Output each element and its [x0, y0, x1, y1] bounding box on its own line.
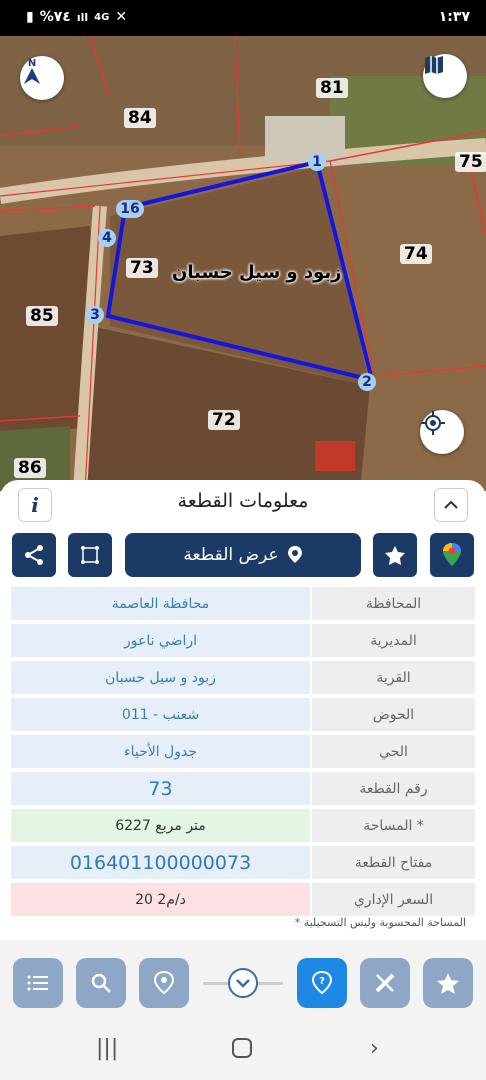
expand-toggle[interactable]: [228, 968, 258, 998]
plot-number: 75: [455, 152, 486, 172]
search-icon: [91, 973, 111, 993]
table-row: 016401100000073 مفتاح القطعة: [11, 846, 475, 879]
row-label: المحافظة: [312, 587, 475, 620]
parcel-vertex: 2: [358, 373, 376, 391]
battery-icon: ▮: [26, 9, 34, 25]
row-label: المديرية: [312, 624, 475, 657]
plot-number: 84: [124, 108, 156, 128]
clock: ١:٣٧: [438, 9, 470, 25]
favorites-button[interactable]: [423, 958, 473, 1008]
row-value: شعنب - 011: [11, 698, 310, 731]
row-label: السعر الإداري: [312, 883, 475, 916]
my-location-button[interactable]: [420, 410, 464, 454]
bottom-toolbar: ?: [0, 940, 486, 1020]
status-bar: ▮ %٧٤ ıll 4G ✕ ١:٣٧: [0, 0, 486, 36]
parcel-vertex: 16: [116, 200, 144, 218]
row-value: 20 د/م2: [11, 883, 310, 916]
plot-number: 74: [400, 244, 432, 264]
row-label: القرية: [312, 661, 475, 694]
compass-arrow-icon: N: [24, 58, 40, 84]
row-value: 016401100000073: [11, 846, 310, 879]
chevron-down-icon: [236, 978, 250, 988]
network-type: 4G: [94, 11, 110, 23]
plot-number: 85: [26, 306, 58, 326]
collapse-button[interactable]: [434, 488, 468, 522]
help-pin-icon: ?: [311, 971, 333, 995]
row-label: مفتاح القطعة: [312, 846, 475, 879]
back-button-icon[interactable]: ›: [370, 1036, 379, 1061]
parcel-vertex: 3: [86, 306, 104, 324]
table-row: 6227 متر مربع المساحة *: [11, 809, 475, 842]
plot-info-panel: i معلومات القطعة عرض القطعة محافظة العاص…: [0, 480, 486, 940]
table-row: زبود و سيل حسبان القرية: [11, 661, 475, 694]
show-plot-label: عرض القطعة: [183, 545, 279, 565]
location-search-button[interactable]: [139, 958, 189, 1008]
star-icon: [385, 546, 405, 565]
table-row: 73 رقم القطعة: [11, 772, 475, 805]
map-layers-button[interactable]: [423, 54, 467, 98]
plot-number: 81: [316, 78, 348, 98]
row-label: رقم القطعة: [312, 772, 475, 805]
polygon-icon: [81, 546, 99, 564]
row-label: المساحة *: [312, 809, 475, 842]
plot-number: 72: [208, 410, 240, 430]
plot-number: 86: [14, 458, 46, 478]
row-value: 73: [11, 772, 310, 805]
map-icon: [425, 56, 443, 74]
share-button[interactable]: [12, 533, 56, 577]
google-maps-button[interactable]: [430, 533, 474, 577]
chevron-up-icon: [444, 500, 458, 509]
show-plot-button[interactable]: عرض القطعة: [125, 533, 361, 577]
row-value: 6227 متر مربع: [11, 809, 310, 842]
table-row: شعنب - 011 الحوض: [11, 698, 475, 731]
table-row: 20 د/م2 السعر الإداري: [11, 883, 475, 916]
row-label: الحي: [312, 735, 475, 768]
system-nav-bar: ||| ›: [0, 1020, 486, 1080]
star-icon: [437, 973, 459, 994]
panel-title: معلومات القطعة: [177, 490, 309, 512]
row-value: زبود و سيل حسبان: [11, 661, 310, 694]
draw-shape-button[interactable]: [68, 533, 112, 577]
table-row: جدول الأحياء الحي: [11, 735, 475, 768]
home-button-icon[interactable]: [232, 1038, 252, 1058]
north-compass-button[interactable]: N: [20, 56, 64, 100]
crosshair-icon: [421, 411, 445, 435]
plot-number: 73: [126, 258, 158, 278]
parcel-vertex: 4: [98, 229, 116, 247]
status-left: ▮ %٧٤ ıll 4G ✕: [26, 9, 127, 25]
table-row: اراضي ناعور المديرية: [11, 624, 475, 657]
recent-apps-icon[interactable]: |||: [96, 1036, 118, 1061]
plot-details-table: محافظة العاصمة المحافظة اراضي ناعور المدير…: [11, 587, 475, 920]
svg-text:?: ?: [319, 976, 325, 987]
share-icon: [25, 545, 43, 565]
location-pin-icon: [287, 546, 302, 563]
mute-icon: ✕: [115, 9, 128, 25]
parcel-vertex: 1: [308, 153, 326, 171]
signal-icon: ıll: [76, 10, 89, 24]
pin-search-icon: [153, 971, 175, 995]
compass-letter: N: [28, 58, 36, 69]
list-button[interactable]: [13, 958, 63, 1008]
help-button[interactable]: ?: [297, 958, 347, 1008]
owner-label: زبود و سيل حسبان: [172, 262, 342, 283]
footnote: * المساحة المحسوبة وليس التسجيلية: [294, 916, 466, 929]
table-row: محافظة العاصمة المحافظة: [11, 587, 475, 620]
satellite-map[interactable]: N 81 84 75 74 73 85 72 86 زبود و سيل حسب…: [0, 36, 486, 491]
measure-tool-button[interactable]: [360, 958, 410, 1008]
favorite-button[interactable]: [373, 533, 417, 577]
row-value: محافظة العاصمة: [11, 587, 310, 620]
row-value: جدول الأحياء: [11, 735, 310, 768]
search-button[interactable]: [76, 958, 126, 1008]
google-maps-pin-icon: [443, 543, 461, 566]
battery-percent: %٧٤: [39, 9, 71, 25]
ruler-pencil-icon: [375, 973, 395, 993]
row-label: الحوض: [312, 698, 475, 731]
row-value: اراضي ناعور: [11, 624, 310, 657]
toolbar-handle[interactable]: [203, 968, 283, 998]
list-icon: [27, 975, 48, 991]
